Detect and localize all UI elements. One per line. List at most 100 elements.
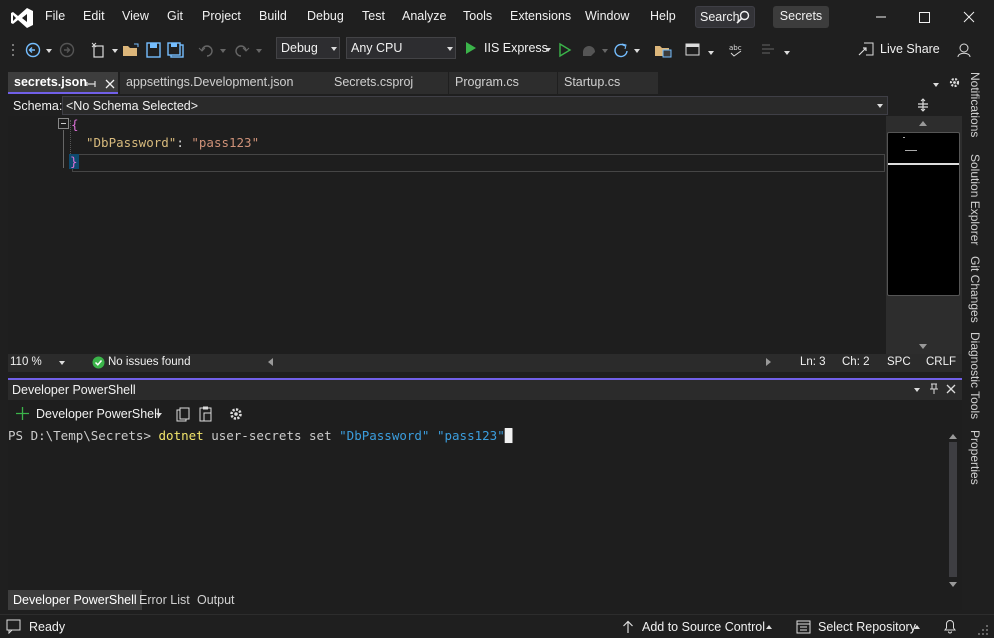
- paste-icon[interactable]: [198, 406, 213, 422]
- menu-tools[interactable]: Tools: [463, 9, 492, 23]
- whitespace-mode[interactable]: SPC: [887, 356, 911, 368]
- start-debugging-button[interactable]: IIS Express: [464, 39, 554, 59]
- notification-bell-icon[interactable]: [942, 618, 958, 634]
- panel-pin-icon[interactable]: [928, 383, 940, 395]
- code-editor[interactable]: { "DbPassword": "pass123" }: [8, 116, 886, 354]
- minimap[interactable]: [887, 132, 960, 296]
- select-repository-button[interactable]: Select Repository: [796, 618, 926, 636]
- undo-dropdown-icon[interactable]: [220, 49, 226, 53]
- redo-icon[interactable]: [232, 42, 250, 58]
- hot-reload-dropdown-icon[interactable]: [602, 49, 608, 53]
- maximize-button[interactable]: [904, 5, 944, 29]
- terminal-scroll-thumb[interactable]: [949, 442, 957, 577]
- menu-build[interactable]: Build: [259, 9, 287, 23]
- start-without-debugging-icon[interactable]: [556, 42, 574, 58]
- menu-file[interactable]: File: [45, 9, 65, 23]
- save-icon[interactable]: [145, 42, 163, 58]
- rail-tab-notifications[interactable]: Notifications: [968, 72, 982, 137]
- menu-help[interactable]: Help: [650, 9, 676, 23]
- redo-dropdown-icon[interactable]: [256, 49, 262, 53]
- add-to-source-control-button[interactable]: Add to Source Control: [620, 618, 780, 636]
- tab-settings-gear-icon[interactable]: [948, 76, 961, 89]
- window-layout-icon[interactable]: [684, 42, 702, 58]
- feedback-icon[interactable]: [956, 42, 974, 58]
- new-project-icon[interactable]: [90, 42, 108, 58]
- menu-test[interactable]: Test: [362, 9, 385, 23]
- panel-tab-error-list[interactable]: Error List: [134, 590, 195, 610]
- tab-close-icon[interactable]: [104, 78, 116, 90]
- panel-tab-developer-powershell[interactable]: Developer PowerShell: [8, 590, 142, 610]
- collapse-region-icon[interactable]: [58, 118, 69, 129]
- menu-edit[interactable]: Edit: [83, 9, 105, 23]
- menu-extensions[interactable]: Extensions: [510, 9, 571, 23]
- menu-project[interactable]: Project: [202, 9, 241, 23]
- menu-view[interactable]: View: [122, 9, 149, 23]
- terminal-output[interactable]: PS D:\Temp\Secrets> dotnet user-secrets …: [8, 428, 513, 443]
- new-terminal-button[interactable]: Developer PowerShell: [16, 406, 166, 424]
- panel-window-position-icon[interactable]: [914, 388, 920, 392]
- line-ending[interactable]: CRLF: [926, 356, 956, 368]
- scroll-right-arrow-icon[interactable]: [766, 358, 771, 366]
- menu-window[interactable]: Window: [585, 9, 629, 23]
- back-dropdown-icon[interactable]: [46, 49, 52, 53]
- tab-startup-cs[interactable]: Startup.cs: [558, 72, 658, 94]
- tab-program-cs[interactable]: Program.cs: [449, 72, 557, 94]
- solution-platform-combo[interactable]: Any CPU: [346, 37, 456, 59]
- schema-dropdown[interactable]: <No Schema Selected>: [62, 96, 888, 115]
- layout-dropdown-icon[interactable]: [708, 51, 714, 55]
- tab-secrets-json[interactable]: secrets.json: [8, 72, 118, 94]
- terminal-scroll-up-icon[interactable]: [949, 434, 957, 439]
- rail-tab-properties[interactable]: Properties: [968, 430, 982, 485]
- copy-icon[interactable]: [176, 407, 191, 422]
- rail-tab-diagnostic-tools[interactable]: Diagnostic Tools: [968, 332, 982, 419]
- toolbar-overflow-icon[interactable]: [784, 51, 790, 55]
- new-dropdown-icon[interactable]: [112, 49, 118, 53]
- pin-icon[interactable]: [86, 78, 98, 90]
- restart-icon[interactable]: [612, 42, 630, 58]
- code-line-3: }: [69, 154, 79, 169]
- rail-tab-git-changes[interactable]: Git Changes: [968, 256, 982, 323]
- undo-icon[interactable]: [198, 42, 216, 58]
- scroll-down-arrow-icon[interactable]: [919, 344, 927, 349]
- close-button[interactable]: [950, 5, 990, 29]
- hot-reload-icon[interactable]: [580, 42, 598, 58]
- terminal-scrollbar[interactable]: [946, 432, 960, 588]
- rail-tab-solution-explorer[interactable]: Solution Explorer: [968, 154, 982, 245]
- scroll-up-arrow-icon[interactable]: [919, 121, 927, 126]
- panel-close-icon[interactable]: [945, 383, 957, 395]
- navigate-back-icon[interactable]: [24, 42, 42, 58]
- panel-tab-output[interactable]: Output: [192, 590, 240, 610]
- search-box[interactable]: Search: [695, 6, 755, 28]
- vertical-scrollbar-map[interactable]: [886, 116, 962, 354]
- solution-configuration-combo[interactable]: Debug: [276, 37, 340, 59]
- menu-git[interactable]: Git: [167, 9, 183, 23]
- char-number[interactable]: Ch: 2: [842, 356, 870, 368]
- plus-icon: [16, 407, 29, 420]
- line-number[interactable]: Ln: 3: [800, 356, 826, 368]
- tab-secrets-csproj[interactable]: Secrets.csproj: [328, 72, 448, 94]
- tab-appsettings-development-json[interactable]: appsettings.Development.json: [120, 72, 328, 94]
- minimize-button[interactable]: [860, 5, 900, 29]
- tab-label: Secrets.csproj: [334, 75, 414, 89]
- zoom-dropdown-icon[interactable]: [59, 361, 65, 365]
- restart-dropdown-icon[interactable]: [634, 49, 640, 53]
- menu-analyze[interactable]: Analyze: [402, 9, 446, 23]
- issues-status[interactable]: No issues found: [108, 356, 190, 368]
- spell-check-icon[interactable]: abc: [728, 42, 746, 58]
- solution-name-badge[interactable]: Secrets: [773, 6, 829, 28]
- resize-grip-icon[interactable]: [976, 623, 990, 637]
- visual-studio-logo-icon[interactable]: [10, 7, 34, 29]
- scroll-left-arrow-icon[interactable]: [268, 358, 273, 366]
- browse-folder-icon[interactable]: [654, 42, 672, 58]
- zoom-level[interactable]: 110 %: [10, 356, 42, 368]
- navigate-forward-icon[interactable]: [58, 42, 76, 58]
- save-all-icon[interactable]: [167, 42, 185, 58]
- terminal-scroll-down-icon[interactable]: [949, 582, 957, 587]
- output-notification-icon[interactable]: [6, 619, 21, 634]
- terminal-settings-gear-icon[interactable]: [228, 406, 244, 422]
- split-window-icon[interactable]: [916, 98, 930, 112]
- open-folder-icon[interactable]: [122, 42, 140, 58]
- menu-debug[interactable]: Debug: [307, 9, 344, 23]
- tab-list-dropdown-icon[interactable]: [933, 83, 939, 87]
- comment-out-icon[interactable]: [760, 42, 778, 58]
